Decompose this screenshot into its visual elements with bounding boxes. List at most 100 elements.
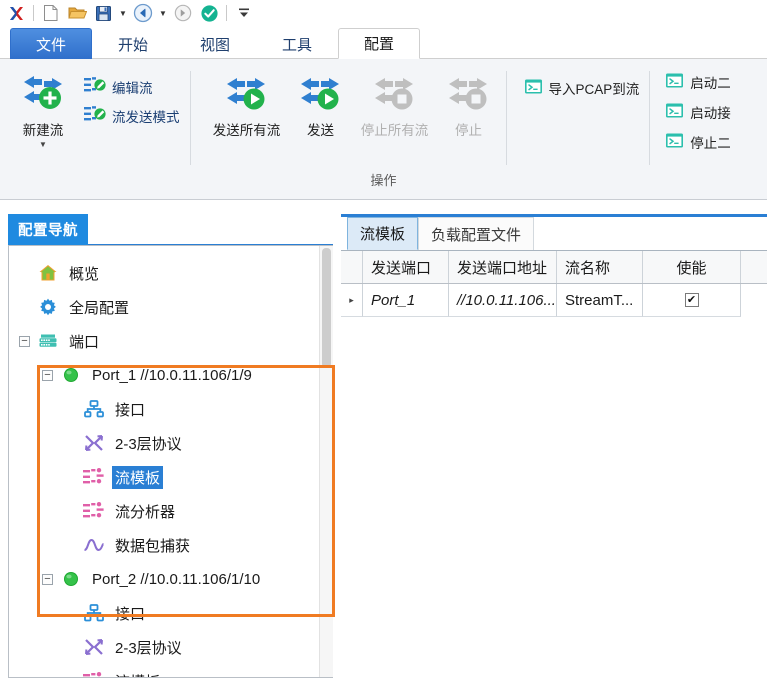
ribbon-tab-view[interactable]: 视图 bbox=[174, 28, 256, 59]
ribbon-group-capture: 启动二 启动接 停止二 bbox=[649, 65, 741, 199]
import-button-column: 导入PCAP到流 bbox=[520, 69, 644, 99]
tree-expander-minus-icon[interactable]: − bbox=[19, 335, 30, 347]
ribbon-tab-config[interactable]: 配置 bbox=[338, 28, 420, 59]
stream-template-icon bbox=[82, 465, 106, 489]
stream-send-mode-icon bbox=[84, 105, 106, 126]
tree-expander-minus-icon[interactable]: − bbox=[42, 369, 53, 381]
cell-send-port-address: //10.0.11.106... bbox=[449, 284, 557, 317]
sidebar-item-8[interactable]: 数据包捕获 bbox=[9, 528, 317, 562]
sidebar-item-label: 2-3层协议 bbox=[115, 639, 182, 657]
sidebar-item-12[interactable]: 流模板 bbox=[9, 664, 317, 678]
sidebar-item-2[interactable]: − 端口 bbox=[9, 324, 317, 358]
stop-capture-button[interactable]: 停止二 bbox=[661, 131, 735, 153]
ribbon-tab-strip: 文件 开始 视图 工具 配置 bbox=[0, 26, 767, 59]
new-stream-button[interactable]: 新建流 ▼ bbox=[6, 69, 80, 150]
back-icon[interactable] bbox=[131, 2, 155, 24]
tree-expander-minus-icon[interactable]: − bbox=[42, 573, 53, 585]
stop-label: 停止 bbox=[455, 123, 482, 138]
ribbon-tab-file[interactable]: 文件 bbox=[10, 28, 92, 59]
sidebar-item-5[interactable]: 2-3层协议 bbox=[9, 426, 317, 460]
terminal-icon bbox=[665, 72, 684, 92]
sidebar-item-9[interactable]: − Port_2 //10.0.11.106/1/10 bbox=[9, 562, 317, 596]
nav-tab-strip: 配置导航 bbox=[8, 214, 333, 245]
interface-icon bbox=[82, 397, 106, 421]
stream-send-mode-button[interactable]: 流发送模式 bbox=[80, 104, 184, 127]
send-all-streams-button[interactable]: 发送所有流 bbox=[204, 69, 290, 139]
sidebar-item-7[interactable]: 流分析器 bbox=[9, 494, 317, 528]
sidebar-item-label: 全局配置 bbox=[69, 299, 130, 317]
packet-capture-icon bbox=[82, 533, 106, 557]
edit-stream-button[interactable]: 编辑流 bbox=[80, 75, 184, 98]
sidebar-item-label: 流分析器 bbox=[115, 503, 176, 521]
sidebar-item-4[interactable]: 接口 bbox=[9, 392, 317, 426]
protocol-icon bbox=[82, 635, 106, 659]
import-pcap-to-stream-label: 导入PCAP到流 bbox=[548, 82, 640, 97]
nav-tree-container: 概览 全局配置 − 端口 − Port_1 //10.0.11.106/1/9 接口 2-3层… bbox=[8, 245, 333, 678]
stop-all-streams-icon bbox=[372, 73, 418, 117]
ribbon-tab-home[interactable]: 开始 bbox=[92, 28, 174, 59]
tab-load-profile[interactable]: 负载配置文件 bbox=[418, 217, 535, 250]
apply-check-icon[interactable] bbox=[197, 2, 221, 24]
grid-body: ▸ Port_1 //10.0.11.106... StreamT... ✔ bbox=[341, 284, 767, 317]
sidebar-item-3[interactable]: − Port_1 //10.0.11.106/1/9 bbox=[9, 358, 317, 392]
open-folder-icon[interactable] bbox=[65, 2, 89, 24]
grid-header-send-port[interactable]: 发送端口 bbox=[363, 251, 449, 283]
quick-access-toolbar: ▼ ▼ bbox=[0, 0, 767, 26]
table-row[interactable]: ▸ Port_1 //10.0.11.106... StreamT... ✔ bbox=[341, 284, 767, 317]
sidebar-item-label: Port_2 //10.0.11.106/1/10 bbox=[92, 570, 261, 588]
stream-analyzer-icon bbox=[82, 499, 106, 523]
send-icon bbox=[298, 73, 344, 117]
sidebar-item-label: 接口 bbox=[115, 605, 146, 623]
row-indicator: ▸ bbox=[341, 284, 363, 317]
import-pcap-to-stream-button[interactable]: 导入PCAP到流 bbox=[520, 77, 644, 99]
gear-icon bbox=[36, 295, 60, 319]
sidebar-item-6[interactable]: 流模板 bbox=[9, 460, 317, 494]
grid-header-stream-name[interactable]: 流名称 bbox=[557, 251, 643, 283]
status-green-icon bbox=[59, 567, 83, 591]
config-tree: 概览 全局配置 − 端口 − Port_1 //10.0.11.106/1/9 接口 2-3层… bbox=[9, 256, 317, 678]
start-receive-button[interactable]: 启动接 bbox=[661, 101, 735, 123]
tab-stream-template[interactable]: 流模板 bbox=[347, 217, 419, 250]
content-tab-strip: 流模板 负载配置文件 bbox=[341, 217, 767, 251]
cell-enabled[interactable]: ✔ bbox=[643, 284, 741, 317]
sidebar-item-11[interactable]: 2-3层协议 bbox=[9, 630, 317, 664]
ribbon-panel: 新建流 ▼ 编辑流 流发送模式 发送所有流 发送 停止所有流 停止 导入PCAP… bbox=[0, 59, 767, 200]
ribbon-group-transmit: 发送所有流 发送 停止所有流 停止 bbox=[189, 65, 506, 199]
cell-stream-name: StreamT... bbox=[557, 284, 643, 317]
new-file-icon[interactable] bbox=[39, 2, 63, 24]
save-icon[interactable] bbox=[91, 2, 115, 24]
new-stream-icon bbox=[20, 73, 66, 117]
grid-header-row: 发送端口 发送端口地址 流名称 使能 bbox=[341, 251, 767, 284]
customize-toolbar-icon[interactable] bbox=[232, 2, 256, 24]
send-all-streams-label: 发送所有流 bbox=[212, 123, 281, 138]
nav-scrollbar-thumb[interactable] bbox=[322, 248, 331, 368]
config-navigation-panel: 配置导航 概览 全局配置 − 端口 − Port_1 //10.0.11.106/1/9 接… bbox=[0, 201, 335, 678]
stream-send-mode-label: 流发送模式 bbox=[112, 109, 180, 125]
ribbon-group-stream-create: 新建流 ▼ 编辑流 流发送模式 bbox=[0, 65, 190, 199]
status-green-icon bbox=[59, 363, 83, 387]
sidebar-item-label: 接口 bbox=[115, 401, 146, 419]
grid-header-enabled[interactable]: 使能 bbox=[643, 251, 741, 283]
sidebar-item-0[interactable]: 概览 bbox=[9, 256, 317, 290]
sidebar-item-label: Port_1 //10.0.11.106/1/9 bbox=[92, 366, 252, 384]
nav-scrollbar[interactable] bbox=[319, 246, 333, 677]
forward-icon[interactable] bbox=[171, 2, 195, 24]
start-capture-label: 启动二 bbox=[690, 76, 731, 91]
stream-template-grid: 发送端口 发送端口地址 流名称 使能 ▸ Port_1 //10.0.11.10… bbox=[341, 251, 767, 678]
ribbon-tab-tools[interactable]: 工具 bbox=[256, 28, 338, 59]
sidebar-item-label: 流模板 bbox=[112, 465, 164, 489]
send-button[interactable]: 发送 bbox=[290, 69, 352, 139]
protocol-icon bbox=[82, 431, 106, 455]
sidebar-item-1[interactable]: 全局配置 bbox=[9, 290, 317, 324]
sidebar-item-label: 流模板 bbox=[112, 670, 163, 678]
new-stream-dropdown-caret-icon[interactable]: ▼ bbox=[39, 140, 47, 150]
grid-header-send-port-address[interactable]: 发送端口地址 bbox=[449, 251, 557, 283]
back-dropdown-caret-icon[interactable]: ▼ bbox=[157, 2, 169, 24]
save-dropdown-caret-icon[interactable]: ▼ bbox=[117, 2, 129, 24]
app-logo-icon[interactable] bbox=[4, 2, 28, 24]
send-label: 发送 bbox=[307, 123, 334, 138]
sidebar-item-10[interactable]: 接口 bbox=[9, 596, 317, 630]
start-capture-button[interactable]: 启动二 bbox=[661, 71, 735, 93]
nav-tab-config-navigation[interactable]: 配置导航 bbox=[8, 214, 88, 245]
enabled-checkbox[interactable]: ✔ bbox=[684, 293, 699, 307]
